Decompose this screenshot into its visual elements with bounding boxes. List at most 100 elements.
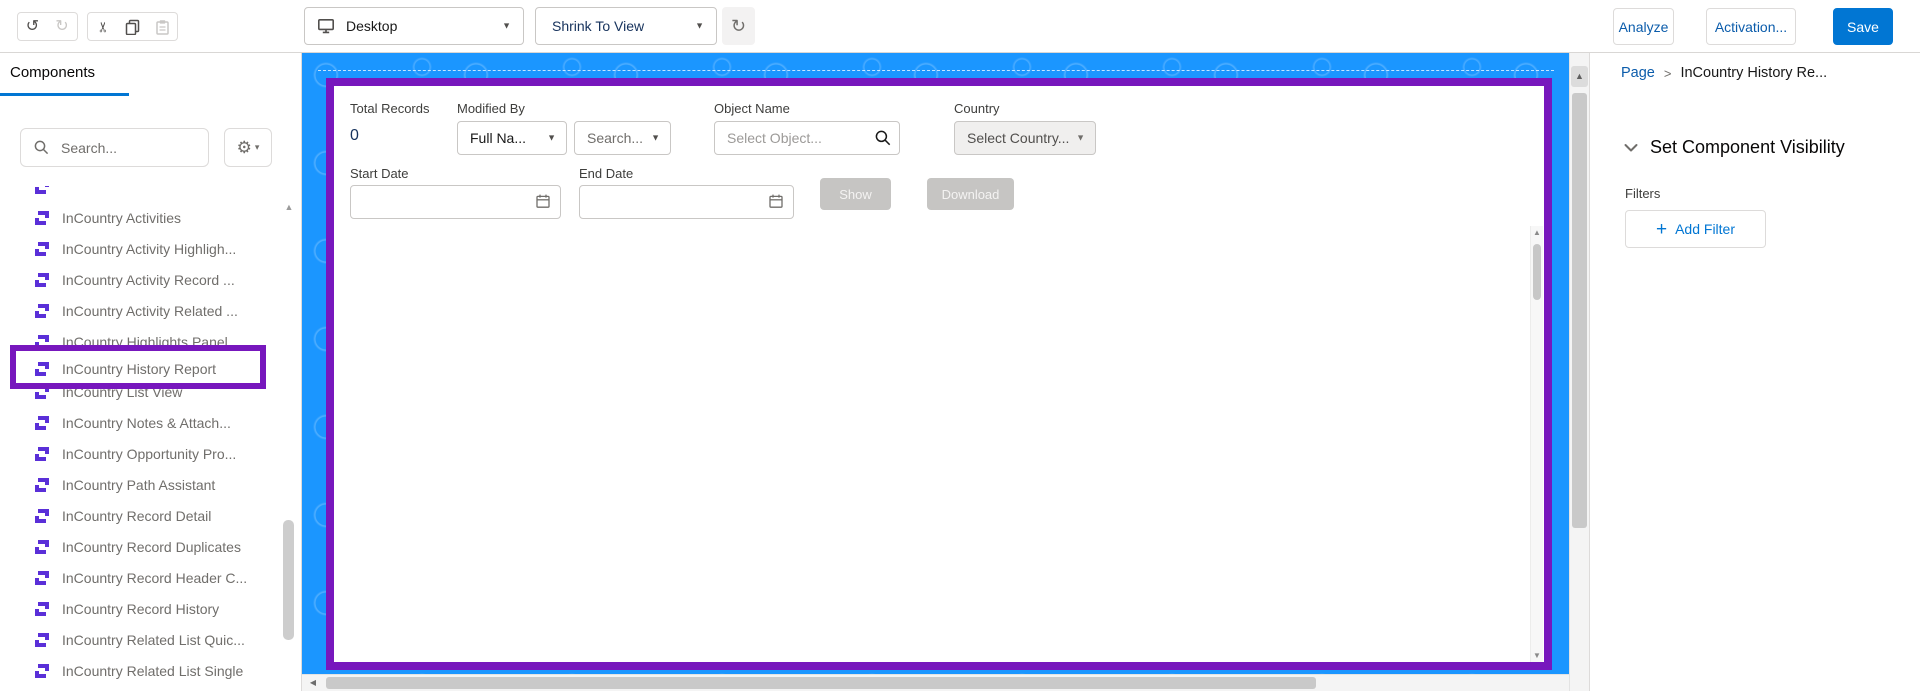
breadcrumb: Page > InCountry History Re... (1621, 65, 1827, 81)
component-search-input[interactable] (20, 128, 209, 167)
activation-button-label: Activation... (1715, 19, 1787, 35)
paste-icon (154, 19, 170, 35)
analyze-button[interactable]: Analyze (1613, 8, 1674, 45)
custom-component-icon (34, 601, 50, 617)
copy-icon (124, 19, 140, 35)
caret-down-icon: ▼ (1076, 134, 1085, 143)
show-button-label: Show (839, 187, 872, 202)
component-list-item[interactable]: InCountry Record Duplicates (0, 532, 285, 562)
component-list-item[interactable]: InCountry Activity Record ... (0, 265, 285, 295)
component-item-label: InCountry Related List Single (62, 656, 281, 686)
undo-button[interactable]: ↺ (17, 12, 48, 41)
cut-button[interactable]: ✂ (87, 12, 118, 41)
copy-button[interactable] (117, 12, 148, 41)
end-date-input[interactable] (579, 185, 794, 219)
scroll-down-arrow[interactable]: ▼ (1531, 651, 1543, 660)
component-list: InCountry Activities InCountry Activity … (0, 186, 285, 691)
scroll-up-arrow[interactable]: ▲ (1531, 228, 1543, 237)
canvas-vertical-scrollbar-thumb[interactable] (1572, 93, 1587, 528)
component-item-label: InCountry Record History (62, 594, 281, 624)
canvas-horizontal-scrollbar: ◀ (302, 674, 1569, 691)
component-list-item[interactable]: InCountry Record Header C... (0, 563, 285, 593)
component-list-item[interactable]: InCountry Related List Quic... (0, 625, 285, 655)
device-selector-dropdown[interactable]: Desktop ▼ (304, 7, 524, 45)
component-list-item[interactable]: InCountry List View (0, 377, 285, 407)
modified-by-field-select[interactable]: Full Na... ▼ (457, 121, 567, 155)
end-date-label: End Date (579, 166, 633, 181)
component-list-item[interactable]: InCountry Record Detail (0, 501, 285, 531)
redo-button[interactable]: ↻ (47, 12, 78, 41)
component-list-item[interactable]: InCountry Related List Single (0, 656, 285, 686)
country-select-value: Select Country... (967, 130, 1069, 146)
show-button[interactable]: Show (820, 178, 891, 210)
set-component-visibility-section[interactable]: Set Component Visibility (1623, 137, 1845, 158)
modified-by-search-select[interactable]: Search... ▼ (574, 121, 671, 155)
custom-component-icon (34, 663, 50, 679)
chevron-down-icon: ▾ (255, 143, 260, 152)
download-button[interactable]: Download (927, 178, 1014, 210)
component-list-item[interactable]: InCountry Notes & Attach... (0, 408, 285, 438)
component-item-label: InCountry Activity Related ... (62, 296, 281, 326)
download-button-label: Download (942, 187, 1000, 202)
refresh-icon: ↻ (731, 17, 746, 35)
tab-components[interactable]: Components (10, 64, 95, 81)
component-item-label: InCountry Record Duplicates (62, 532, 281, 562)
redo-icon: ↻ (55, 19, 68, 35)
plus-icon: + (1656, 220, 1667, 239)
sidebar-scroll-up-arrow[interactable]: ▲ (282, 200, 296, 214)
modified-by-search-value: Search... (587, 130, 643, 146)
undo-icon: ↺ (26, 19, 39, 35)
page-canvas[interactable]: Total Records 0 Modified By Full Na... ▼… (302, 53, 1569, 674)
breadcrumb-page-link[interactable]: Page (1621, 65, 1655, 81)
canvas-horizontal-scrollbar-thumb[interactable] (326, 677, 1316, 689)
custom-component-icon (34, 186, 50, 195)
component-list-item[interactable]: InCountry Highlights Panel (0, 327, 285, 357)
add-filter-button[interactable]: + Add Filter (1625, 210, 1766, 248)
object-name-input[interactable] (714, 121, 900, 155)
incountry-history-report-component[interactable]: Total Records 0 Modified By Full Na... ▼… (326, 78, 1552, 670)
component-item-label: InCountry Related List Quic... (62, 625, 281, 655)
view-mode-dropdown[interactable]: Shrink To View ▼ (535, 7, 717, 45)
top-toolbar: ↺ ↻ ✂ (0, 0, 1920, 53)
custom-component-icon (34, 334, 50, 350)
component-settings-button[interactable]: ⚙ ▾ (224, 128, 272, 167)
component-list-item[interactable]: InCountry Opportunity Pro... (0, 439, 285, 469)
component-item-label: InCountry Record Header C... (62, 563, 281, 593)
canvas-scroll-left-arrow[interactable]: ◀ (304, 676, 322, 690)
scrollbar-thumb[interactable] (1533, 244, 1541, 300)
total-records-value: 0 (350, 127, 359, 145)
components-sidebar: Components ⚙ ▾ InCountr (0, 53, 302, 691)
component-list-item[interactable] (0, 186, 285, 202)
save-button[interactable]: Save (1833, 8, 1893, 45)
component-item-label: InCountry Path Assistant (62, 470, 281, 500)
breadcrumb-current: InCountry History Re... (1680, 65, 1827, 81)
lightning-app-builder: ↺ ↻ ✂ (0, 0, 1920, 691)
caret-down-icon: ▼ (651, 134, 660, 143)
chevron-down-icon (1623, 140, 1639, 156)
component-list-item[interactable]: InCountry Activity Related ... (0, 296, 285, 326)
refresh-button[interactable]: ↻ (722, 7, 755, 45)
filters-label: Filters (1625, 186, 1660, 201)
component-list-item[interactable]: InCountry Activity Highligh... (0, 234, 285, 264)
component-list-item[interactable]: InCountry Activities (0, 203, 285, 233)
custom-component-icon (34, 446, 50, 462)
canvas-scroll-up-arrow[interactable]: ▲ (1571, 66, 1588, 87)
activation-button[interactable]: Activation... (1706, 8, 1796, 45)
paste-button[interactable] (147, 12, 178, 41)
sidebar-scrollbar-thumb[interactable] (283, 520, 294, 640)
start-date-input[interactable] (350, 185, 561, 219)
object-name-label: Object Name (714, 101, 790, 116)
component-list-item[interactable]: InCountry Record History (0, 594, 285, 624)
component-item-label: InCountry Activities (62, 203, 281, 233)
component-item-label: InCountry Activity Highligh... (62, 234, 281, 264)
component-item-label: InCountry Notes & Attach... (62, 408, 281, 438)
modified-by-field-value: Full Na... (470, 130, 526, 146)
custom-component-icon (34, 508, 50, 524)
visibility-heading-label: Set Component Visibility (1650, 137, 1845, 158)
component-list-item[interactable]: InCountry Path Assistant (0, 470, 285, 500)
scissors-icon: ✂ (95, 21, 109, 33)
analyze-button-label: Analyze (1619, 19, 1669, 35)
properties-panel: Page > InCountry History Re... Set Compo… (1589, 53, 1920, 691)
country-select[interactable]: Select Country... ▼ (954, 121, 1096, 155)
component-item-label: InCountry Highlights Panel (62, 327, 281, 357)
